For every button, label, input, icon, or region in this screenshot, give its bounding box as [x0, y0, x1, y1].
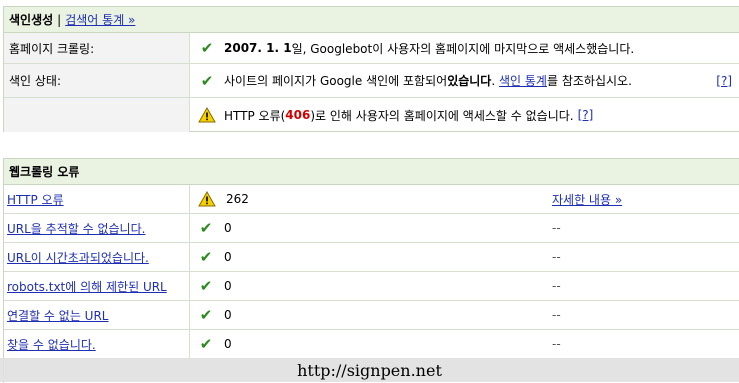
- index-status-row: 색인 상태: ✔ 사이트의 페이지가 Google 색인에 포함되어 있습니다.…: [4, 64, 739, 98]
- table-row: 찾을 수 없습니다. ✔ 0 --: [4, 330, 739, 359]
- http-error-text-before: HTTP 오류(: [224, 108, 286, 123]
- table-row: URL이 시간초과되었습니다. ✔ 0 --: [4, 243, 739, 272]
- check-icon: ✔: [199, 219, 213, 237]
- index-status-text-before: 사이트의 페이지가 Google 색인에 포함되어: [224, 74, 448, 88]
- http-errors-count: 262: [226, 192, 249, 206]
- index-status-text-after: 를 참조하십시오.: [546, 74, 632, 88]
- timed-out-count: 0: [224, 250, 232, 264]
- table-row: HTTP 오류 262 자세한 내용 »: [4, 185, 739, 214]
- http-error-label: [4, 98, 190, 132]
- query-stats-link[interactable]: 검색어 통계 »: [65, 11, 135, 28]
- not-found-link[interactable]: 찾을 수 없습니다.: [7, 336, 96, 353]
- not-found-detail: --: [552, 337, 561, 351]
- crawl-errors-header: 웹크롤링 오류: [4, 159, 739, 185]
- table-row: robots.txt에 의해 제한된 URL ✔ 0 --: [4, 272, 739, 301]
- http-error-code: 406: [285, 108, 311, 122]
- http-error-text-after: )로 인해 사용자의 홈페이지에 액세스할 수 없습니다.: [310, 108, 574, 123]
- crawl-text: 일, Googlebot이 사용자의 홈페이지에 마지막으로 액세스했습니다.: [291, 41, 635, 56]
- check-icon: ✔: [199, 335, 213, 353]
- watermark-text: http://signpen.net: [297, 360, 442, 380]
- crawl-date: 2007. 1. 1: [224, 41, 292, 55]
- table-row: 연결할 수 없는 URL ✔ 0 --: [4, 301, 739, 330]
- index-status-value: ✔ 사이트의 페이지가 Google 색인에 포함되어 있습니다. 색인 통계 를…: [190, 64, 739, 97]
- check-icon: ✔: [199, 306, 213, 324]
- index-panel-header: 색인생성 | 검색어 통계 »: [4, 7, 739, 33]
- index-panel-title: 색인생성: [9, 13, 54, 27]
- unreachable-urls-link[interactable]: 연결할 수 없는 URL: [7, 307, 109, 324]
- unfollowable-urls-link[interactable]: URL을 추적할 수 없습니다.: [7, 220, 145, 237]
- timed-out-urls-link[interactable]: URL이 시간초과되었습니다.: [7, 249, 149, 266]
- index-status-label: 색인 상태:: [4, 64, 190, 97]
- crawl-errors-title: 웹크롤링 오류: [9, 165, 80, 179]
- warning-icon: [198, 191, 216, 207]
- http-error-help-link[interactable]: [?]: [578, 108, 594, 122]
- watermark-footer: http://signpen.net: [0, 358, 739, 382]
- index-status-bold: 있습니다: [447, 74, 492, 88]
- index-status-text-mid: .: [491, 73, 499, 88]
- unfollowable-detail: --: [552, 221, 561, 235]
- index-status-help-link[interactable]: [?]: [716, 74, 732, 88]
- header-separator: |: [57, 12, 62, 27]
- http-error-value: HTTP 오류(406)로 인해 사용자의 홈페이지에 액세스할 수 없습니다.…: [190, 98, 739, 132]
- not-found-count: 0: [224, 337, 232, 351]
- http-error-row: HTTP 오류(406)로 인해 사용자의 홈페이지에 액세스할 수 없습니다.…: [4, 98, 739, 132]
- robots-restricted-link[interactable]: robots.txt에 의해 제한된 URL: [7, 278, 167, 295]
- index-panel: 색인생성 | 검색어 통계 » 홈페이지 크롤링: ✔ 2007. 1. 1 일…: [3, 6, 739, 132]
- unreachable-count: 0: [224, 308, 232, 322]
- table-row: URL을 추적할 수 없습니다. ✔ 0 --: [4, 214, 739, 243]
- homepage-crawl-row: 홈페이지 크롤링: ✔ 2007. 1. 1 일, Googlebot이 사용자…: [4, 33, 739, 64]
- http-errors-link[interactable]: HTTP 오류: [7, 191, 64, 208]
- robots-restricted-detail: --: [552, 279, 561, 293]
- warning-icon: [198, 107, 216, 123]
- unreachable-detail: --: [552, 308, 561, 322]
- timed-out-detail: --: [552, 250, 561, 264]
- crawl-errors-panel: 웹크롤링 오류 HTTP 오류 262 자세한 내용 » URL을 추적할 수 …: [3, 158, 739, 383]
- check-icon: ✔: [199, 277, 213, 295]
- homepage-crawl-value: ✔ 2007. 1. 1 일, Googlebot이 사용자의 홈페이지에 마지…: [190, 33, 739, 63]
- details-link[interactable]: 자세한 내용 »: [552, 191, 622, 208]
- index-stats-link[interactable]: 색인 통계: [499, 72, 547, 89]
- robots-restricted-count: 0: [224, 279, 232, 293]
- check-icon: ✔: [200, 71, 214, 90]
- homepage-crawl-label: 홈페이지 크롤링:: [4, 33, 190, 63]
- check-icon: ✔: [200, 39, 214, 57]
- check-icon: ✔: [199, 248, 213, 266]
- unfollowable-count: 0: [224, 221, 232, 235]
